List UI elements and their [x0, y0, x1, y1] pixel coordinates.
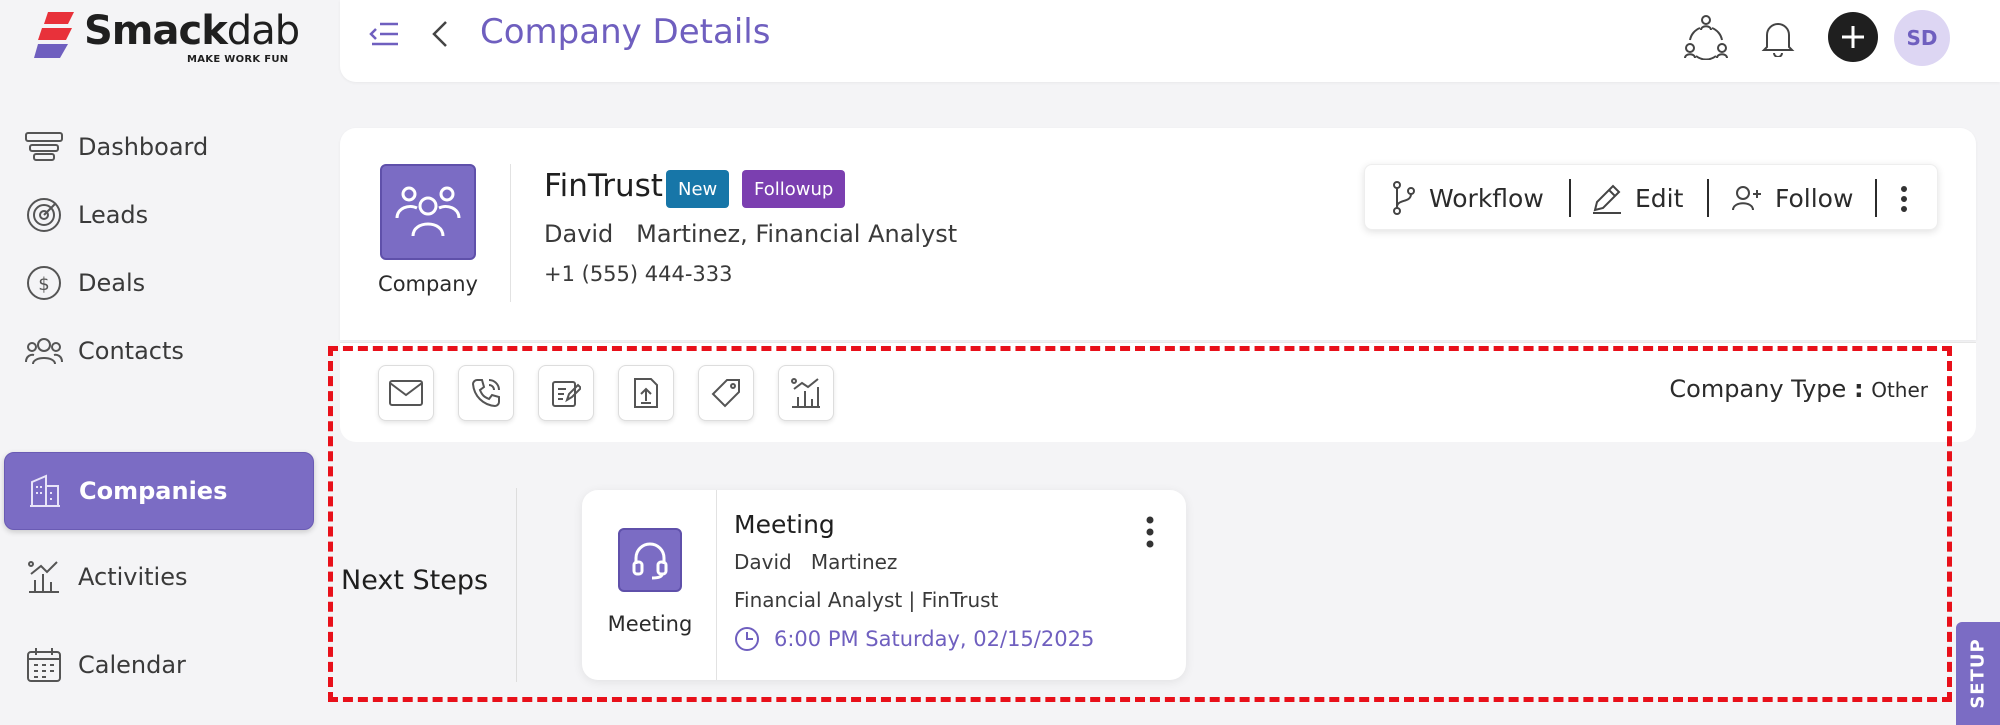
toolbar-separator	[1707, 179, 1709, 217]
edit-button[interactable]: Edit	[1591, 165, 1683, 231]
call-action-button[interactable]	[458, 365, 514, 421]
sidebar-item-label: Activities	[78, 563, 188, 591]
svg-text:$: $	[38, 274, 49, 295]
primary-contact: David Martinez, Financial Analyst	[544, 220, 958, 248]
activity-role: Financial Analyst | FinTrust	[734, 588, 999, 612]
sidebar-item-label: Dashboard	[78, 133, 209, 161]
branch-icon	[1393, 181, 1415, 215]
clock-icon	[735, 627, 759, 651]
upload-file-icon	[634, 378, 658, 408]
company-type: Company Type : Other	[1669, 375, 1928, 403]
notification-bell-icon[interactable]	[1754, 14, 1802, 62]
dashboard-icon	[24, 127, 64, 167]
add-new-button[interactable]	[1828, 12, 1878, 62]
toolbar-separator	[1875, 179, 1877, 217]
activity-time: 6:00 PM Saturday, 02/15/2025	[734, 626, 1094, 652]
people-icon	[24, 331, 64, 371]
tag-action-button[interactable]	[698, 365, 754, 421]
sidebar-item-label: Calendar	[78, 651, 186, 679]
activity-chart-icon	[791, 378, 820, 408]
company-logo-label: Company	[378, 272, 478, 296]
brand-tagline: MAKE WORK FUN	[187, 54, 289, 65]
email-icon	[389, 380, 423, 406]
dollar-icon: $	[24, 263, 64, 303]
upload-action-button[interactable]	[618, 365, 674, 421]
next-step-card[interactable]: Meeting Meeting David Martinez Financial…	[582, 490, 1186, 680]
building-icon	[25, 471, 65, 511]
activity-title: Meeting	[734, 510, 835, 539]
sidebar-item-dashboard[interactable]: Dashboard	[4, 108, 314, 186]
status-badge-new: New	[666, 170, 730, 208]
workflow-button[interactable]: Workflow	[1391, 165, 1544, 231]
sidebar-item-label: Contacts	[78, 337, 184, 365]
company-type-label: Company Type	[1669, 375, 1847, 403]
group-icon	[395, 186, 461, 237]
top-header: Company Details SD	[340, 0, 2000, 82]
sidebar-item-leads[interactable]: Leads	[4, 176, 314, 254]
company-type-separator: :	[1853, 375, 1864, 403]
company-name: FinTrust	[544, 168, 663, 204]
phone-icon	[471, 379, 500, 408]
action-toolbar: Workflow Edit Follow	[1364, 164, 1938, 230]
collapse-menu-icon[interactable]	[368, 18, 400, 50]
divider	[510, 164, 511, 302]
activity-contact: David Martinez	[734, 550, 898, 574]
company-logo	[380, 164, 476, 260]
add-user-icon	[1732, 186, 1761, 211]
sidebar-item-label: Leads	[78, 201, 149, 229]
follow-button[interactable]: Follow	[1731, 165, 1853, 231]
sidebar-item-companies[interactable]: Companies	[4, 452, 314, 530]
setup-tab-label: SETUP	[1967, 638, 1989, 709]
setup-tab[interactable]: SETUP	[1956, 622, 2000, 725]
sidebar-item-activities[interactable]: Activities	[4, 538, 314, 616]
meeting-type-icon	[618, 528, 682, 592]
pencil-icon	[1593, 184, 1621, 214]
company-phone: +1 (555) 444-333	[544, 262, 733, 286]
card-more-options-icon[interactable]	[1138, 514, 1162, 554]
note-action-button[interactable]	[538, 365, 594, 421]
smackdab-logo-icon	[34, 12, 74, 58]
divider	[516, 488, 517, 682]
status-badge-followup: Followup	[742, 170, 846, 208]
brand-logo[interactable]: Smackdab MAKE WORK FUN	[34, 8, 300, 65]
brand-name: Smackdab	[84, 8, 300, 54]
workflow-label: Workflow	[1429, 183, 1544, 213]
sidebar-item-calendar[interactable]: Calendar	[4, 626, 314, 704]
email-action-button[interactable]	[378, 365, 434, 421]
tag-icon	[711, 379, 740, 408]
calendar-icon	[24, 645, 64, 685]
follow-label: Follow	[1775, 183, 1854, 213]
more-options-icon[interactable]	[1899, 185, 1909, 213]
activity-action-button[interactable]	[778, 365, 834, 421]
user-avatar[interactable]: SD	[1894, 10, 1950, 66]
toolbar-separator	[1569, 179, 1571, 217]
target-icon	[24, 195, 64, 235]
sidebar-item-label: Companies	[79, 477, 228, 505]
quick-actions-row: Company Type : Other	[340, 342, 1976, 442]
sidebar: Smackdab MAKE WORK FUN Dashboard Leads $…	[0, 0, 330, 725]
divider	[716, 490, 717, 680]
page-title: Company Details	[480, 12, 771, 52]
plus-icon	[1842, 26, 1864, 48]
edit-label: Edit	[1635, 183, 1684, 213]
note-icon	[552, 381, 581, 407]
chart-icon	[24, 557, 64, 597]
activity-time-text: 6:00 PM Saturday, 02/15/2025	[774, 627, 1095, 651]
sidebar-item-contacts[interactable]: Contacts	[4, 312, 314, 390]
meeting-type-label: Meeting	[607, 612, 693, 636]
company-type-value: Other	[1871, 378, 1928, 402]
sidebar-item-deals[interactable]: $ Deals	[4, 244, 314, 322]
sidebar-item-label: Deals	[78, 269, 146, 297]
headset-icon	[632, 542, 668, 580]
back-arrow-icon[interactable]	[428, 16, 454, 52]
next-steps-heading: Next Steps	[341, 565, 489, 596]
company-summary-card: Company FinTrust New Followup David Mart…	[340, 128, 1976, 340]
team-network-icon[interactable]	[1682, 12, 1730, 60]
